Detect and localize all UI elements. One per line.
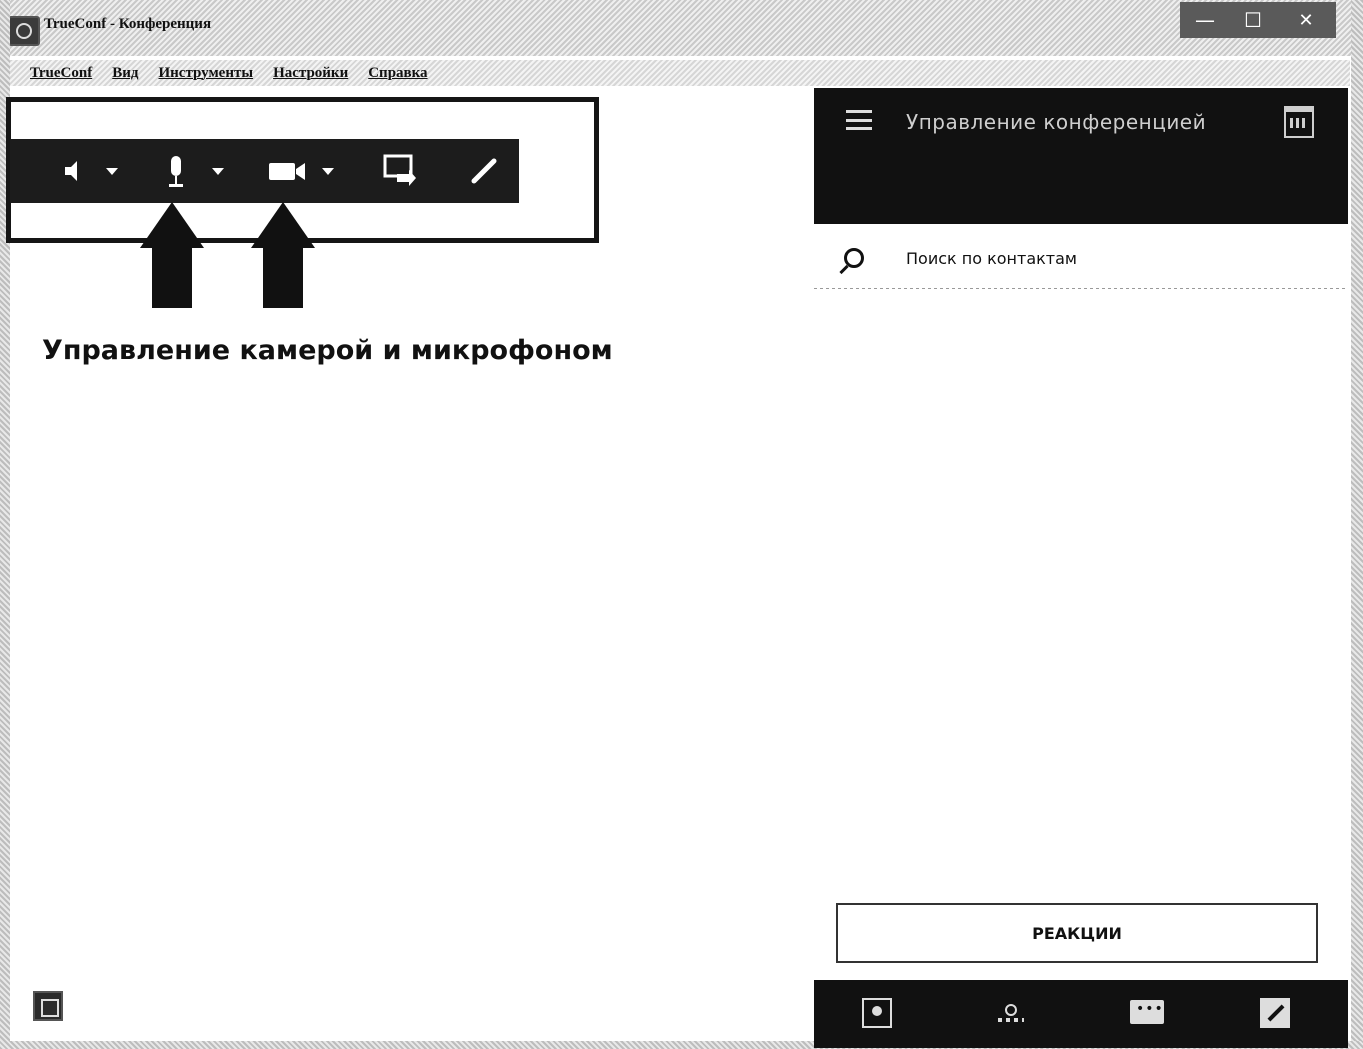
draw-button[interactable] (462, 139, 506, 203)
reactions-button[interactable]: РЕАКЦИИ (836, 903, 1318, 963)
chevron-down-icon (212, 167, 224, 175)
speaker-button[interactable] (48, 139, 98, 203)
panel-title: Управление конференцией (906, 110, 1207, 134)
share-screen-icon (383, 154, 416, 186)
chat-icon[interactable] (1130, 1000, 1164, 1024)
search-icon (844, 248, 864, 268)
contacts-icon[interactable] (862, 998, 892, 1028)
search-divider (814, 288, 1348, 289)
pointer-arrow-camera (251, 202, 315, 308)
menu-help[interactable]: Справка (368, 65, 427, 82)
menu-tools[interactable]: Инструменты (158, 65, 253, 82)
microphone-button[interactable] (156, 139, 196, 203)
close-button[interactable]: ✕ (1276, 2, 1336, 38)
share-screen-button[interactable] (378, 139, 422, 203)
contact-search (814, 236, 1348, 288)
media-toolbar (10, 139, 519, 203)
panel-bottom-bar (814, 980, 1348, 1048)
camera-button[interactable] (262, 139, 312, 203)
pen-icon (471, 158, 497, 184)
menu-settings[interactable]: Настройки (273, 65, 348, 82)
conference-panel: Управление конференцией РЕАКЦИИ (814, 88, 1348, 1048)
chevron-down-icon (106, 167, 118, 175)
title-bar[interactable]: TrueConf - Конференция — ☐ ✕ (0, 0, 1363, 56)
minimize-button[interactable]: — (1180, 2, 1230, 38)
search-input[interactable] (906, 244, 1326, 272)
hamburger-menu-icon[interactable] (846, 110, 872, 130)
window-title: TrueConf - Конференция (44, 16, 212, 32)
menu-bar: TrueConf Вид Инструменты Настройки Справ… (10, 60, 1350, 86)
maximize-button[interactable]: ☐ (1230, 2, 1276, 38)
layout-toggle-icon[interactable] (33, 991, 63, 1021)
panel-header: Управление конференцией (814, 88, 1348, 224)
camera-dropdown[interactable] (316, 139, 340, 203)
chevron-down-icon (322, 167, 334, 175)
calendar-icon[interactable] (1284, 106, 1314, 138)
annotation-caption: Управление камерой и микрофоном (42, 335, 613, 366)
menu-trueconf[interactable]: TrueConf (30, 65, 92, 82)
microphone-icon (169, 156, 183, 187)
app-logo-icon (8, 16, 40, 46)
participants-icon[interactable] (996, 998, 1026, 1028)
microphone-dropdown[interactable] (206, 139, 230, 203)
menu-view[interactable]: Вид (112, 65, 138, 82)
speaker-icon (65, 161, 77, 181)
pointer-arrow-microphone (140, 202, 204, 308)
window-border-right (1351, 0, 1363, 1049)
speaker-dropdown[interactable] (100, 139, 124, 203)
pen-icon[interactable] (1260, 998, 1290, 1028)
camera-icon (269, 163, 305, 180)
